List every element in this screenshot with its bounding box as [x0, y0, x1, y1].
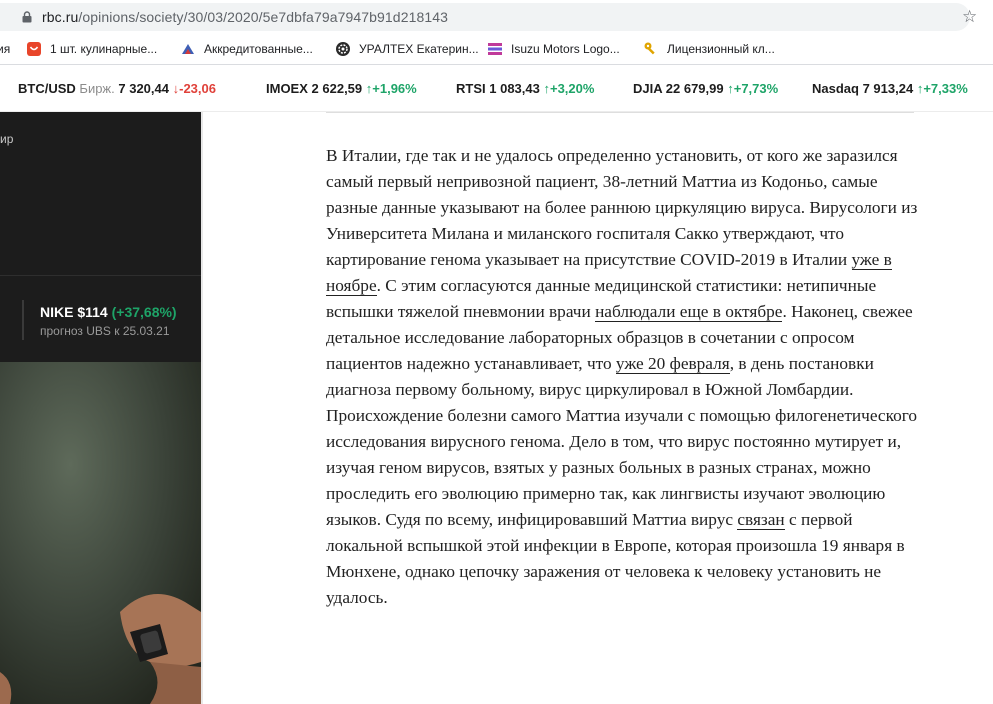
article-link[interactable]: связан [737, 510, 785, 530]
bookmark-item[interactable]: ия [0, 40, 10, 58]
quote-title[interactable]: NIKE $114 (+37,68%) [40, 304, 177, 320]
url-path: /opinions/society/30/03/2020/5e7dbfa79a7… [78, 9, 449, 25]
bookmark-star-icon[interactable]: ☆ [962, 7, 977, 27]
bookmark-label: Аккредитованные... [204, 42, 313, 56]
aliexpress-icon [26, 41, 42, 57]
ticker-source: Бирж. [79, 81, 115, 96]
ticker-name: Nasdaq [812, 81, 859, 96]
column-divider [201, 112, 203, 704]
article-body: В Италии, где так и не удалось определен… [326, 143, 926, 611]
ticker-name: IMOEX [266, 81, 308, 96]
article-link[interactable]: наблюдали еще в октябре [595, 302, 783, 322]
ticker-value: 2 622,59 [311, 81, 363, 96]
ticker-value: 1 083,43 [489, 81, 540, 96]
ticker-name: DJIA [633, 81, 663, 96]
ticker-change: +7,73% [733, 81, 779, 96]
url-host: rbc.ru [42, 9, 79, 25]
bookmark-item[interactable]: УРАЛТЕХ Екатерин... [335, 40, 479, 58]
key-icon [643, 41, 659, 57]
article-text: В Италии, где так и не удалось определен… [326, 146, 918, 269]
ticker-name: BTC/USD [18, 81, 76, 96]
ticker-item-btc[interactable]: BTC/USD Бирж. 7 320,44 ↓-23,06 [18, 81, 216, 96]
divider [326, 112, 914, 113]
ticker-change: +1,96% [372, 81, 417, 96]
bookmark-label: Лицензионный кл... [667, 42, 775, 56]
ticker-change: -23,06 [179, 81, 216, 96]
gear-icon [335, 41, 351, 57]
ticker-value: 7 320,44 [118, 81, 169, 96]
quote-change: (+37,68%) [111, 304, 177, 320]
sidebar-promo: ир NIKE $114 (+37,68%) прогноз UBS к 25.… [0, 112, 201, 362]
ticker-item-djia[interactable]: DJIA 22 679,99 ↑+7,73% [633, 81, 778, 96]
ticker-value: 7 913,24 [862, 81, 914, 96]
sidebar-text-fragment: ир [0, 132, 14, 146]
ticker-item-rtsi[interactable]: RTSI 1 083,43 ↑+3,20% [456, 81, 594, 96]
ticker-value: 22 679,99 [665, 81, 724, 96]
lock-icon[interactable] [22, 11, 32, 23]
bookmark-label: УРАЛТЕХ Екатерин... [359, 42, 479, 56]
bookmark-item[interactable]: Isuzu Motors Logo... [487, 40, 620, 58]
bookmarks-bar: ия 1 шт. кулинарные... Аккредитованные..… [0, 34, 993, 65]
bookmark-label: Isuzu Motors Logo... [511, 42, 620, 56]
ticker-item-nasdaq[interactable]: Nasdaq 7 913,24 ↑+7,33% [812, 81, 968, 96]
bookmark-label: ия [0, 42, 11, 56]
article-text: , в день постановки диагноза первому бол… [326, 354, 918, 529]
isuzu-icon [487, 41, 503, 57]
quote-subtitle: прогноз UBS к 25.03.21 [40, 324, 170, 338]
ticker-name: RTSI [456, 81, 486, 96]
article-photo [0, 362, 201, 704]
divider [0, 275, 201, 276]
ticker-change: +7,33% [923, 81, 968, 96]
quote-name: NIKE $114 [40, 304, 108, 320]
divider [22, 300, 24, 340]
browser-address-bar: rbc.ru/opinions/society/30/03/2020/5e7db… [0, 0, 993, 35]
article-link[interactable]: уже 20 февраля [615, 354, 730, 374]
ticker-item-imoex[interactable]: IMOEX 2 622,59 ↑+1,96% [266, 81, 417, 96]
bookmark-item[interactable]: Лицензионный кл... [643, 40, 775, 58]
quotes-ticker: BTC/USD Бирж. 7 320,44 ↓-23,06 IMOEX 2 6… [0, 65, 993, 112]
bookmark-item[interactable]: Аккредитованные... [180, 40, 313, 58]
bookmark-item[interactable]: 1 шт. кулинарные... [26, 40, 157, 58]
bookmark-label: 1 шт. кулинарные... [50, 42, 158, 56]
ticker-change: +3,20% [549, 81, 595, 96]
url-text[interactable]: rbc.ru/opinions/society/30/03/2020/5e7db… [42, 9, 448, 25]
site-icon [180, 41, 196, 57]
